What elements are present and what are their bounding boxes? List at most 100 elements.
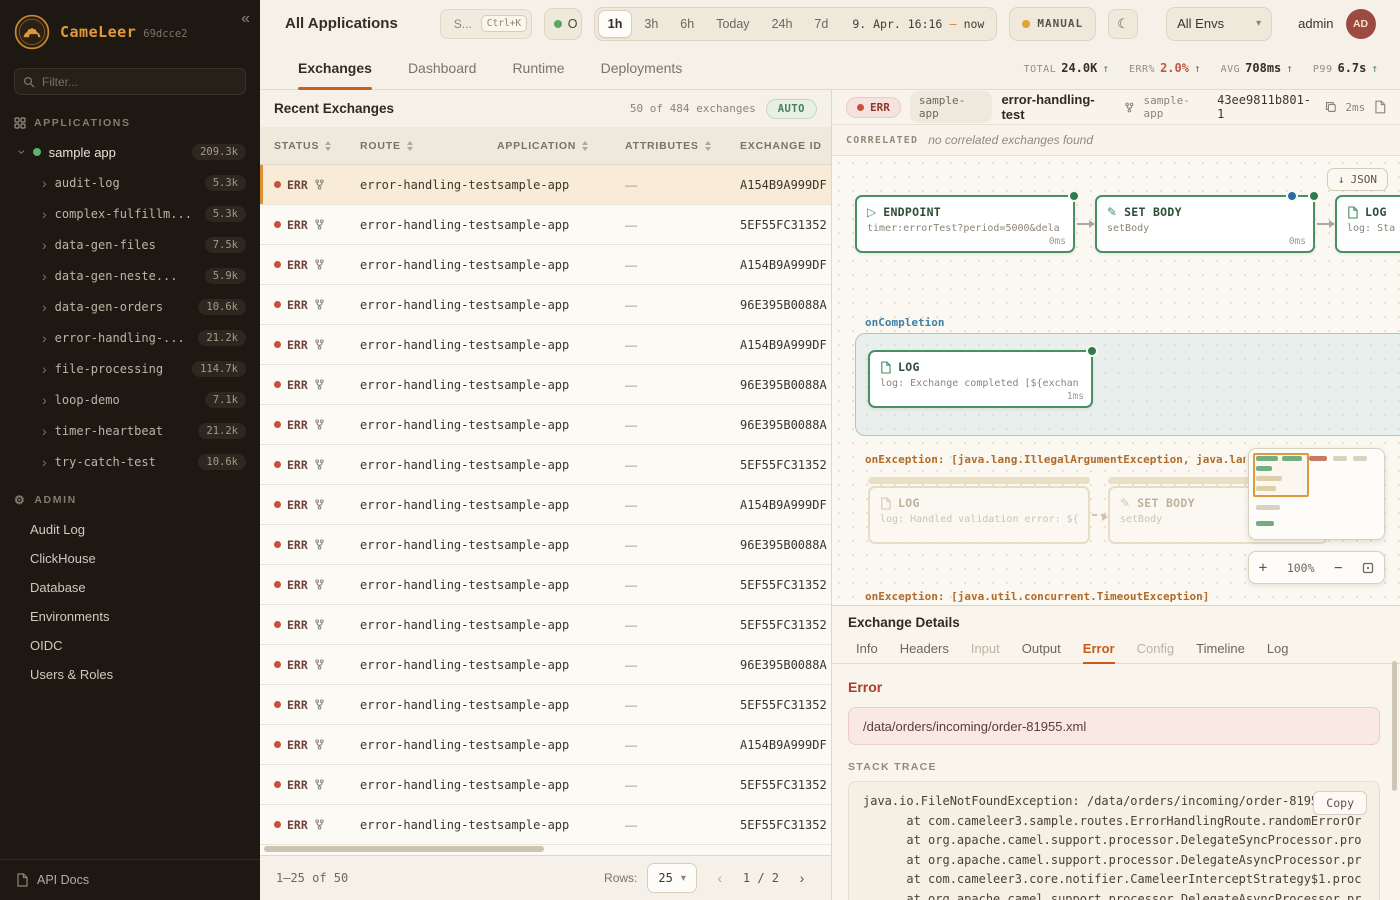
scrollbar-thumb[interactable]: [264, 846, 544, 852]
route-diagram-canvas[interactable]: ↓ JSON ▷ ENDPOINT timer:errorTest?period…: [832, 156, 1400, 605]
sidebar-admin-item[interactable]: ClickHouse: [0, 544, 260, 573]
manual-refresh-button[interactable]: MANUAL: [1009, 7, 1096, 41]
sidebar-filter[interactable]: [14, 68, 246, 95]
column-header-exchange-id[interactable]: EXCHANGE ID: [740, 140, 831, 152]
chevron-right-icon: ›: [42, 300, 47, 314]
next-page-button[interactable]: ›: [789, 865, 815, 891]
sidebar-route-item[interactable]: › data-gen-orders 10.6k: [0, 291, 260, 322]
exchange-row[interactable]: ERR error-handling-test sample-app — 5EF…: [260, 605, 831, 645]
diagram-node-log[interactable]: LOG log: Sta: [1335, 195, 1400, 253]
main-tab[interactable]: Deployments: [601, 47, 683, 89]
details-tab[interactable]: Error: [1083, 634, 1115, 663]
time-range-label: 24h: [772, 17, 793, 31]
main-tab[interactable]: Exchanges: [298, 47, 372, 89]
time-range-button[interactable]: Today: [706, 10, 759, 38]
exchange-row[interactable]: ERR error-handling-test sample-app — 5EF…: [260, 805, 831, 845]
log-file-icon[interactable]: [1374, 100, 1386, 114]
rows-per-page-select[interactable]: 25 ▾: [647, 863, 696, 893]
live-indicator[interactable]: O: [544, 8, 582, 40]
time-range-button[interactable]: 3h: [634, 10, 668, 38]
exchange-row[interactable]: ERR error-handling-test sample-app — A15…: [260, 485, 831, 525]
sidebar-app-item[interactable]: › sample app 209.3k: [0, 137, 260, 167]
exchange-row[interactable]: ERR error-handling-test sample-app — 96E…: [260, 525, 831, 565]
vertical-scrollbar[interactable]: [1392, 661, 1397, 791]
details-tab[interactable]: Config: [1137, 634, 1175, 663]
column-header-attributes[interactable]: ATTRIBUTES: [625, 140, 740, 152]
main-tab[interactable]: Runtime: [512, 47, 564, 89]
time-range-button[interactable]: 24h: [762, 10, 803, 38]
exchange-row[interactable]: ERR error-handling-test sample-app — 5EF…: [260, 765, 831, 805]
details-tab-label: Timeline: [1196, 641, 1245, 656]
exchange-row[interactable]: ERR error-handling-test sample-app — 5EF…: [260, 205, 831, 245]
sidebar-route-item[interactable]: › data-gen-files 7.5k: [0, 229, 260, 260]
sidebar-route-item[interactable]: › file-processing 114.7k: [0, 353, 260, 384]
time-range-button[interactable]: 6h: [670, 10, 704, 38]
details-tab[interactable]: Log: [1267, 634, 1289, 663]
filter-input[interactable]: [14, 68, 246, 95]
copy-button[interactable]: Copy: [1313, 791, 1367, 815]
sidebar-admin-item[interactable]: Audit Log: [0, 515, 260, 544]
exchange-row[interactable]: ERR error-handling-test sample-app — 96E…: [260, 285, 831, 325]
user-avatar[interactable]: AD: [1346, 9, 1376, 39]
api-docs-link[interactable]: API Docs: [0, 859, 260, 900]
sidebar-collapse-button[interactable]: «: [241, 10, 250, 28]
column-header-application[interactable]: APPLICATION: [497, 140, 625, 152]
details-tab[interactable]: Info: [856, 634, 878, 663]
time-from[interactable]: 9. Apr. 16:16: [852, 17, 942, 31]
column-header-status[interactable]: STATUS: [260, 140, 360, 152]
exchange-row[interactable]: ERR error-handling-test sample-app — 5EF…: [260, 565, 831, 605]
sidebar-route-item[interactable]: › loop-demo 7.1k: [0, 384, 260, 415]
details-tab[interactable]: Timeline: [1196, 634, 1245, 663]
details-tab[interactable]: Input: [971, 634, 1000, 663]
search-input[interactable]: [454, 17, 476, 31]
exchange-row[interactable]: ERR error-handling-test sample-app — A15…: [260, 165, 831, 205]
auto-refresh-badge[interactable]: AUTO: [766, 99, 817, 119]
sidebar-route-item[interactable]: › try-catch-test 10.6k: [0, 446, 260, 477]
column-header-route[interactable]: ROUTE: [360, 140, 497, 152]
environment-select[interactable]: All Envs ▾: [1166, 7, 1272, 41]
exchange-row[interactable]: ERR error-handling-test sample-app — 96E…: [260, 365, 831, 405]
sidebar-admin-item[interactable]: Database: [0, 573, 260, 602]
fit-view-icon[interactable]: [1362, 562, 1374, 574]
details-tab[interactable]: Output: [1022, 634, 1061, 663]
sidebar-route-item[interactable]: › timer-heartbeat 21.2k: [0, 415, 260, 446]
horizontal-scrollbar[interactable]: [260, 845, 831, 854]
zoom-out-button[interactable]: −: [1334, 560, 1342, 576]
route-icon[interactable]: [1124, 102, 1135, 113]
sidebar-route-item[interactable]: › audit-log 5.3k: [0, 167, 260, 198]
sidebar-route-item[interactable]: › data-gen-neste... 5.9k: [0, 260, 260, 291]
download-json-button[interactable]: ↓ JSON: [1327, 168, 1388, 191]
sidebar-admin-item[interactable]: Environments: [0, 602, 260, 631]
exchange-row[interactable]: ERR error-handling-test sample-app — 5EF…: [260, 685, 831, 725]
exchange-row[interactable]: ERR error-handling-test sample-app — A15…: [260, 325, 831, 365]
sidebar-admin-item[interactable]: Users & Roles: [0, 660, 260, 689]
diagram-node-set-body[interactable]: ✎ SET BODY setBody 0ms: [1095, 195, 1315, 253]
stack-trace-line: at com.cameleer3.sample.routes.ErrorHand…: [863, 812, 1365, 832]
diagram-minimap[interactable]: [1248, 448, 1385, 540]
diagram-node-endpoint[interactable]: ▷ ENDPOINT timer:errorTest?period=5000&d…: [855, 195, 1075, 253]
time-range-button[interactable]: 1h: [598, 10, 633, 38]
exchange-row[interactable]: ERR error-handling-test sample-app — 96E…: [260, 405, 831, 445]
sidebar-route-item[interactable]: › complex-fulfillm... 5.3k: [0, 198, 260, 229]
details-tab[interactable]: Headers: [900, 634, 949, 663]
diagram-node-exception-log[interactable]: LOG log: Handled validation error: ${exc…: [868, 486, 1090, 544]
dark-mode-toggle[interactable]: ☾: [1108, 9, 1138, 39]
chevron-down-icon: ›: [15, 150, 29, 155]
sidebar-admin-item[interactable]: OIDC: [0, 631, 260, 660]
time-to[interactable]: now: [964, 17, 985, 31]
global-search[interactable]: Ctrl+K: [440, 9, 532, 39]
prev-page-button[interactable]: ‹: [707, 865, 733, 891]
exchange-row[interactable]: ERR error-handling-test sample-app — A15…: [260, 245, 831, 285]
exchange-row[interactable]: ERR error-handling-test sample-app — 96E…: [260, 645, 831, 685]
exchange-id-cell: 5EF55FC31352: [740, 218, 831, 232]
error-status-dot: [274, 621, 281, 628]
main-tab[interactable]: Dashboard: [408, 47, 477, 89]
copy-icon[interactable]: [1325, 101, 1337, 113]
exchange-row[interactable]: ERR error-handling-test sample-app — 5EF…: [260, 445, 831, 485]
time-range-button[interactable]: 7d: [804, 10, 838, 38]
zoom-in-button[interactable]: +: [1259, 560, 1267, 576]
diagram-node-completion-log[interactable]: LOG log: Exchange completed [${exchan 1m…: [868, 350, 1093, 408]
sidebar-route-item[interactable]: › error-handling-... 21.2k: [0, 322, 260, 353]
chevron-right-icon: ›: [42, 455, 47, 469]
exchange-row[interactable]: ERR error-handling-test sample-app — A15…: [260, 725, 831, 765]
